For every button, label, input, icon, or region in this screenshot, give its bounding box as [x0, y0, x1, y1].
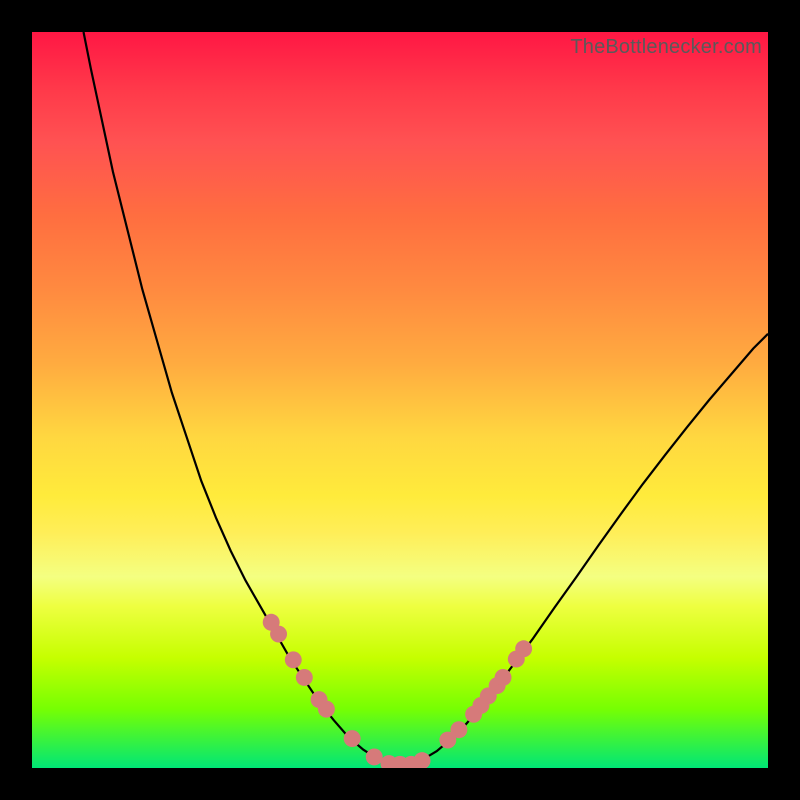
data-point	[515, 640, 532, 657]
chart-svg	[32, 32, 768, 768]
data-point	[414, 752, 431, 768]
data-point	[296, 669, 313, 686]
data-point	[270, 626, 287, 643]
data-point	[344, 730, 361, 747]
data-point	[318, 701, 335, 718]
data-point	[366, 748, 383, 765]
bottleneck-chart: TheBottlenecker.com	[0, 0, 800, 800]
data-point	[450, 721, 467, 738]
data-point	[495, 669, 512, 686]
plot-gradient-area: TheBottlenecker.com	[32, 32, 768, 768]
bottleneck-curve	[84, 32, 768, 764]
data-point	[285, 651, 302, 668]
data-dots	[263, 614, 532, 768]
